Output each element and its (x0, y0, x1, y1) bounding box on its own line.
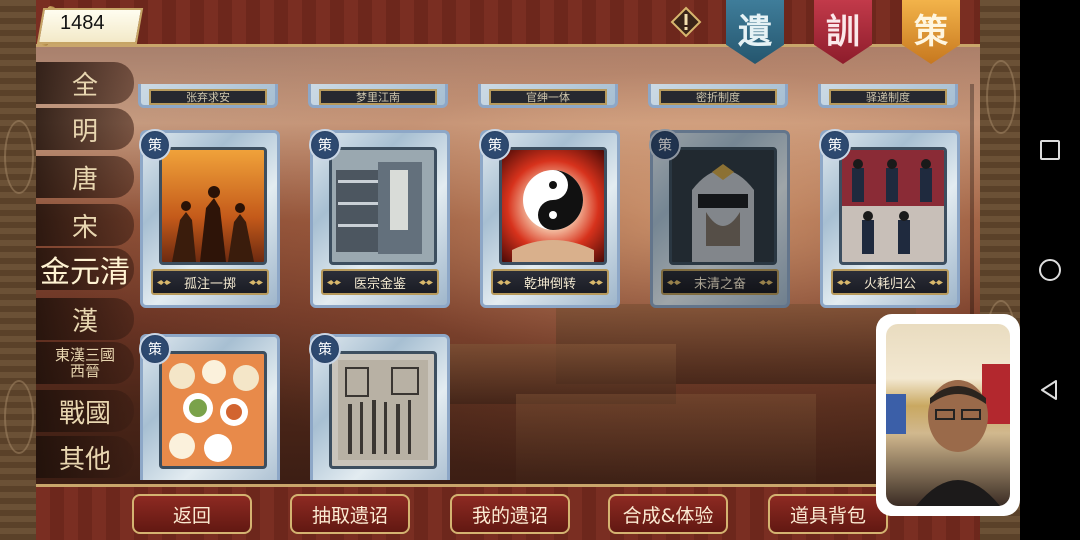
card-label: 驿递制度 (829, 89, 947, 105)
card-art-old-document (329, 351, 437, 469)
left-border-ornament (0, 0, 36, 540)
card-grid: 张弃求安 梦里江南 官绅一体 密折制度 驿递制度 孤注一掷 策 医宗金鉴 策 乾… (136, 84, 966, 480)
card-label: 孤注一掷 (151, 269, 269, 295)
category-label: 明 (71, 116, 98, 147)
card-label: 官绅一体 (489, 89, 607, 105)
category-warring-states[interactable]: 戰國 (36, 390, 134, 432)
card-type-badge: 策 (309, 333, 341, 365)
tab-xun-label: 訓 (826, 12, 860, 52)
tab-ce-label: 策 (914, 12, 948, 52)
card-art-books (329, 147, 437, 265)
category-label: 東漢三國 西晉 (54, 346, 115, 380)
category-three-kingdoms[interactable]: 東漢三國 西晉 (36, 342, 134, 384)
card-label: 梦里江南 (319, 89, 437, 105)
card-art-court-officials (839, 147, 947, 265)
synthesize-button[interactable]: 合成&体验 (608, 494, 728, 534)
card-qian-kun-dao-zhuan[interactable]: 乾坤倒转 策 (479, 129, 620, 308)
card-art-masked-figure (669, 147, 777, 265)
card-type-badge: 策 (139, 129, 171, 161)
category-song[interactable]: 宋 (36, 204, 134, 246)
card-manuscript[interactable]: 策 (309, 333, 450, 480)
category-tang[interactable]: 唐 (36, 156, 134, 198)
recent-apps-icon[interactable] (1038, 138, 1062, 162)
back-button[interactable]: 返回 (132, 494, 252, 534)
back-icon[interactable] (1038, 378, 1062, 402)
card-gu-zhu-yi-zhi[interactable]: 孤注一掷 策 (139, 129, 280, 308)
category-all[interactable]: 全 (36, 62, 134, 104)
category-label: 全 (71, 70, 98, 101)
warning-icon[interactable] (670, 6, 702, 38)
card-type-badge: 策 (309, 129, 341, 161)
card-huo-hao-gui-gong[interactable]: 火耗归公 策 (819, 129, 960, 308)
card-partial[interactable]: 驿递制度 (818, 84, 958, 108)
category-label: 其他 (58, 444, 111, 475)
category-jin-yuan-qing[interactable]: 金元清 (36, 248, 134, 290)
home-icon[interactable] (1038, 258, 1062, 282)
category-label: 漢 (71, 306, 98, 337)
category-sidebar: 全 明 唐 宋 金元清 漢 東漢三國 西晉 戰國 其他 (36, 62, 136, 482)
card-mo-qing-zhi-fen[interactable]: 末清之奋 策 (649, 129, 790, 308)
card-art-warriors (159, 147, 267, 265)
card-type-badge: 策 (479, 129, 511, 161)
android-nav-bar (1020, 0, 1080, 540)
game-screen: 1484 遺 訓 策 全 明 唐 宋 金元清 漢 東漢三國 西晉 戰國 其他 张… (0, 0, 1020, 540)
my-edicts-button[interactable]: 我的遗诏 (450, 494, 570, 534)
category-other[interactable]: 其他 (36, 436, 134, 478)
card-type-badge: 策 (139, 333, 171, 365)
card-label: 火耗归公 (831, 269, 949, 295)
card-label: 末清之奋 (661, 269, 779, 295)
card-partial[interactable]: 梦里江南 (308, 84, 448, 108)
tab-yi-label: 遺 (738, 12, 772, 52)
card-partial[interactable]: 张弃求安 (138, 84, 278, 108)
camera-overlay[interactable] (876, 314, 1020, 516)
score-value: 1484 (60, 12, 105, 34)
card-label: 密折制度 (659, 89, 777, 105)
card-art-feast-dishes (159, 351, 267, 469)
card-partial[interactable]: 官绅一体 (478, 84, 618, 108)
category-label: 戰國 (58, 398, 111, 429)
card-art-yin-yang (499, 147, 607, 265)
category-label: 唐 (71, 164, 98, 195)
inventory-button[interactable]: 道具背包 (768, 494, 888, 534)
category-han[interactable]: 漢 (36, 298, 134, 340)
card-partial[interactable]: 密折制度 (648, 84, 788, 108)
card-label: 张弃求安 (149, 89, 267, 105)
card-label: 医宗金鉴 (321, 269, 439, 295)
category-label: 金元清 (40, 255, 130, 290)
card-feast[interactable]: 策 (139, 333, 280, 480)
card-yi-zong-jin-jian[interactable]: 医宗金鉴 策 (309, 129, 450, 308)
category-ming[interactable]: 明 (36, 108, 134, 150)
card-type-badge: 策 (819, 129, 851, 161)
camera-feed (886, 324, 1010, 506)
card-type-badge: 策 (649, 129, 681, 161)
card-label: 乾坤倒转 (491, 269, 609, 295)
category-label: 宋 (71, 212, 98, 243)
draw-edict-button[interactable]: 抽取遗诏 (290, 494, 410, 534)
